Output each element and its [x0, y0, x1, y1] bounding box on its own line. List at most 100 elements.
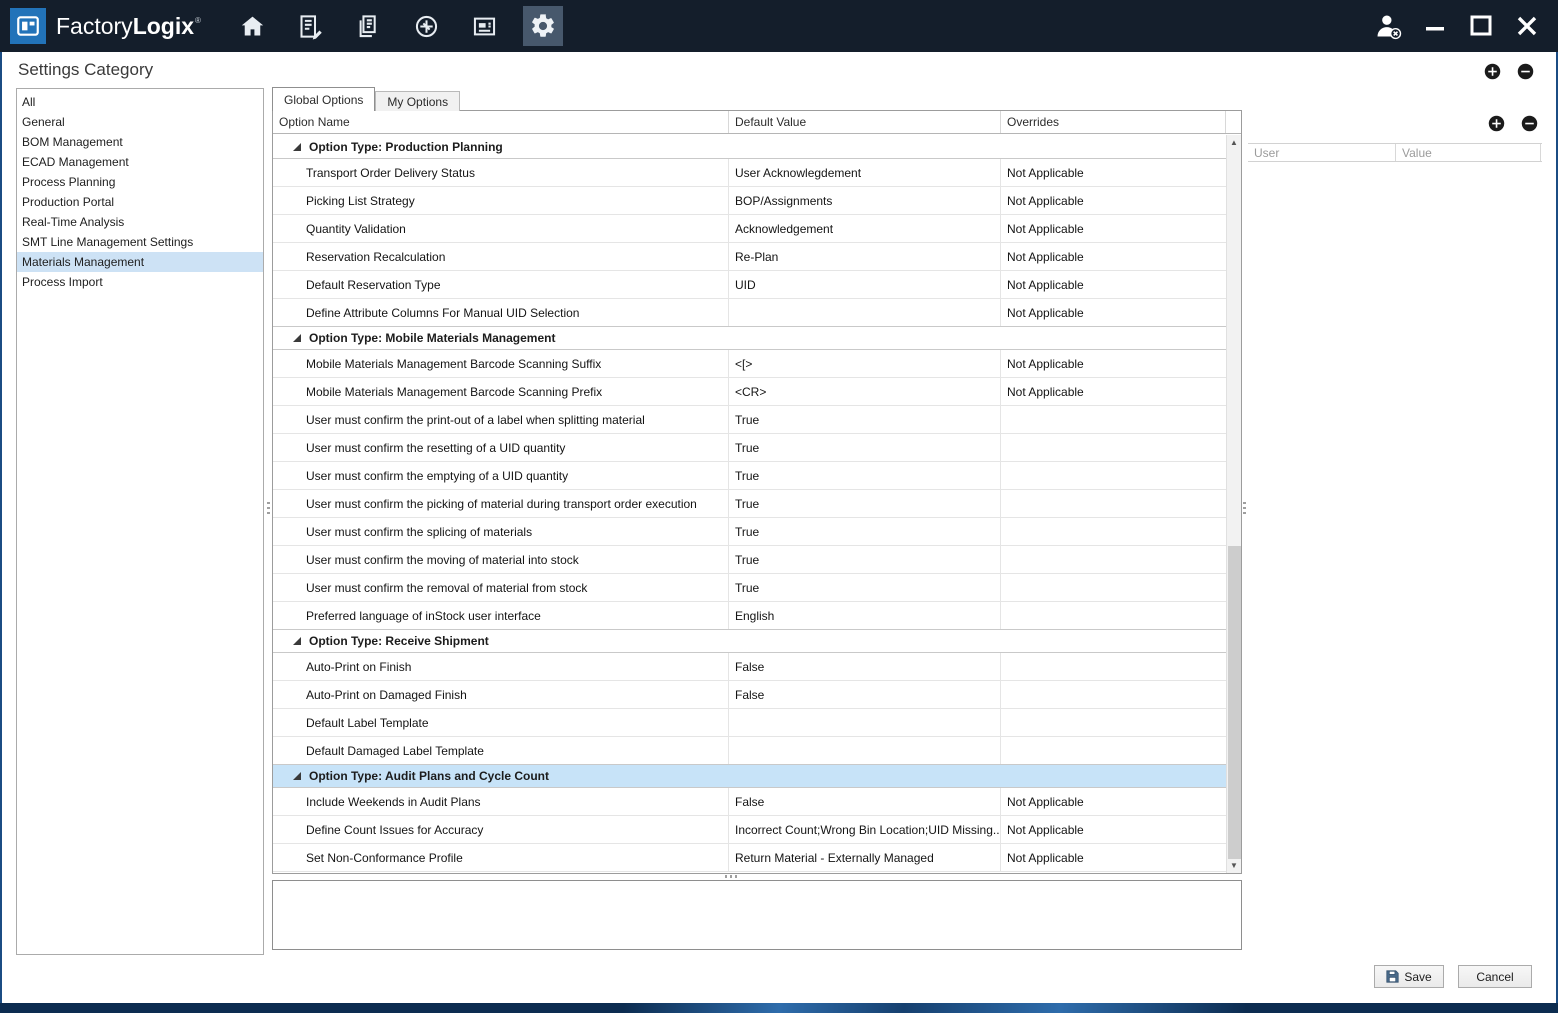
- cell-option-name[interactable]: Picking List Strategy: [273, 187, 729, 214]
- collapse-triangle-icon[interactable]: [293, 637, 301, 645]
- column-header-option-name[interactable]: Option Name: [273, 111, 729, 133]
- option-row-define-attribute-columns-for-manual-uid-selection[interactable]: Define Attribute Columns For Manual UID …: [273, 299, 1226, 327]
- cell-overrides[interactable]: [1001, 681, 1226, 708]
- scrollbar-thumb[interactable]: [1228, 546, 1241, 859]
- collapse-triangle-icon[interactable]: [293, 143, 301, 151]
- sidebar-item-process-planning[interactable]: Process Planning: [17, 172, 263, 192]
- scroll-down-icon[interactable]: ▼: [1227, 858, 1241, 873]
- option-row-user-must-confirm-the-removal-of-material-from-stock[interactable]: User must confirm the removal of materia…: [273, 574, 1226, 602]
- sidebar-item-production-portal[interactable]: Production Portal: [17, 192, 263, 212]
- sidebar-item-bom-management[interactable]: BOM Management: [17, 132, 263, 152]
- cell-option-name[interactable]: Auto-Print on Finish: [273, 653, 729, 680]
- cell-option-name[interactable]: Default Reservation Type: [273, 271, 729, 298]
- settings-gear-icon[interactable]: [523, 6, 563, 46]
- cell-default-value[interactable]: <CR>: [729, 378, 1001, 405]
- production-icon[interactable]: [407, 6, 447, 46]
- cell-option-name[interactable]: Preferred language of inStock user inter…: [273, 602, 729, 629]
- cell-option-name[interactable]: User must confirm the splicing of materi…: [273, 518, 729, 545]
- option-row-user-must-confirm-the-resetting-of-a-uid-quantity[interactable]: User must confirm the resetting of a UID…: [273, 434, 1226, 462]
- option-row-user-must-confirm-the-moving-of-material-into-stock[interactable]: User must confirm the moving of material…: [273, 546, 1226, 574]
- group-row-option-type-receive-shipment[interactable]: Option Type: Receive Shipment: [273, 629, 1226, 653]
- cancel-button[interactable]: Cancel: [1458, 965, 1532, 988]
- cell-default-value[interactable]: True: [729, 574, 1001, 601]
- option-row-user-must-confirm-the-print-out-of-a-label-when-splitting-material[interactable]: User must confirm the print-out of a lab…: [273, 406, 1226, 434]
- option-row-include-weekends-in-audit-plans[interactable]: Include Weekends in Audit PlansFalseNot …: [273, 788, 1226, 816]
- cell-option-name[interactable]: Include Weekends in Audit Plans: [273, 788, 729, 815]
- cell-default-value[interactable]: Re-Plan: [729, 243, 1001, 270]
- cell-option-name[interactable]: User must confirm the picking of materia…: [273, 490, 729, 517]
- sidebar-item-ecad-management[interactable]: ECAD Management: [17, 152, 263, 172]
- cell-overrides[interactable]: [1001, 709, 1226, 736]
- option-row-transport-order-delivery-status[interactable]: Transport Order Delivery StatusUser Ackn…: [273, 159, 1226, 187]
- tab-global-options[interactable]: Global Options: [272, 87, 375, 111]
- collapse-triangle-icon[interactable]: [293, 772, 301, 780]
- cell-default-value[interactable]: [729, 709, 1001, 736]
- cell-default-value[interactable]: False: [729, 653, 1001, 680]
- override-add-button[interactable]: [1488, 115, 1505, 132]
- global-remove-button[interactable]: [1517, 63, 1534, 80]
- cell-default-value[interactable]: [729, 299, 1001, 326]
- cell-default-value[interactable]: True: [729, 546, 1001, 573]
- sidebar-item-real-time-analysis[interactable]: Real-Time Analysis: [17, 212, 263, 232]
- cell-option-name[interactable]: User must confirm the print-out of a lab…: [273, 406, 729, 433]
- option-row-default-reservation-type[interactable]: Default Reservation TypeUIDNot Applicabl…: [273, 271, 1226, 299]
- maximize-button[interactable]: [1466, 11, 1496, 41]
- cell-option-name[interactable]: User must confirm the moving of material…: [273, 546, 729, 573]
- override-column-header-user[interactable]: User: [1248, 144, 1396, 161]
- cell-overrides[interactable]: [1001, 434, 1226, 461]
- cell-option-name[interactable]: Set Non-Conformance Profile: [273, 844, 729, 871]
- cell-option-name[interactable]: User must confirm the removal of materia…: [273, 574, 729, 601]
- option-row-user-must-confirm-the-splicing-of-materials[interactable]: User must confirm the splicing of materi…: [273, 518, 1226, 546]
- cell-default-value[interactable]: True: [729, 434, 1001, 461]
- scroll-up-icon[interactable]: ▲: [1227, 135, 1241, 150]
- grid-scrollbar[interactable]: ▲ ▼: [1226, 135, 1241, 873]
- cell-overrides[interactable]: [1001, 490, 1226, 517]
- cell-option-name[interactable]: User must confirm the resetting of a UID…: [273, 434, 729, 461]
- sidebar-item-materials-management[interactable]: Materials Management: [17, 252, 263, 272]
- process-engineering-icon[interactable]: [349, 6, 389, 46]
- option-row-default-damaged-label-template[interactable]: Default Damaged Label Template: [273, 737, 1226, 765]
- option-row-reservation-recalculation[interactable]: Reservation RecalculationRe-PlanNot Appl…: [273, 243, 1226, 271]
- cell-overrides[interactable]: [1001, 653, 1226, 680]
- group-row-option-type-mobile-materials-management[interactable]: Option Type: Mobile Materials Management: [273, 326, 1226, 350]
- cell-option-name[interactable]: Auto-Print on Damaged Finish: [273, 681, 729, 708]
- option-row-auto-print-on-damaged-finish[interactable]: Auto-Print on Damaged FinishFalse: [273, 681, 1226, 709]
- cell-overrides[interactable]: [1001, 737, 1226, 764]
- cell-default-value[interactable]: True: [729, 462, 1001, 489]
- cell-option-name[interactable]: Reservation Recalculation: [273, 243, 729, 270]
- panel-splitter-handle[interactable]: [1243, 502, 1246, 517]
- cell-overrides[interactable]: [1001, 574, 1226, 601]
- cell-option-name[interactable]: Mobile Materials Management Barcode Scan…: [273, 378, 729, 405]
- cell-option-name[interactable]: Define Count Issues for Accuracy: [273, 816, 729, 843]
- group-row-option-type-audit-plans-and-cycle-count[interactable]: Option Type: Audit Plans and Cycle Count: [273, 764, 1226, 788]
- group-row-option-type-production-planning[interactable]: Option Type: Production Planning: [273, 135, 1226, 159]
- cell-overrides[interactable]: Not Applicable: [1001, 378, 1226, 405]
- cell-option-name[interactable]: Mobile Materials Management Barcode Scan…: [273, 350, 729, 377]
- cell-default-value[interactable]: Incorrect Count;Wrong Bin Location;UID M…: [729, 816, 1001, 843]
- option-row-define-count-issues-for-accuracy[interactable]: Define Count Issues for AccuracyIncorrec…: [273, 816, 1226, 844]
- cell-overrides[interactable]: Not Applicable: [1001, 844, 1226, 871]
- cell-overrides[interactable]: Not Applicable: [1001, 271, 1226, 298]
- option-row-mobile-materials-management-barcode-scanning-prefix[interactable]: Mobile Materials Management Barcode Scan…: [273, 378, 1226, 406]
- cell-default-value[interactable]: <[>: [729, 350, 1001, 377]
- option-row-preferred-language-of-instock-user-interface[interactable]: Preferred language of inStock user inter…: [273, 602, 1226, 630]
- override-remove-button[interactable]: [1521, 115, 1538, 132]
- cell-default-value[interactable]: Acknowledgement: [729, 215, 1001, 242]
- cell-option-name[interactable]: User must confirm the emptying of a UID …: [273, 462, 729, 489]
- cell-overrides[interactable]: Not Applicable: [1001, 788, 1226, 815]
- cell-default-value[interactable]: True: [729, 490, 1001, 517]
- sidebar-splitter-handle[interactable]: [267, 502, 270, 517]
- cell-overrides[interactable]: Not Applicable: [1001, 159, 1226, 186]
- cell-option-name[interactable]: Default Damaged Label Template: [273, 737, 729, 764]
- cell-default-value[interactable]: True: [729, 406, 1001, 433]
- cell-overrides[interactable]: Not Applicable: [1001, 215, 1226, 242]
- option-row-auto-print-on-finish[interactable]: Auto-Print on FinishFalse: [273, 653, 1226, 681]
- cell-default-value[interactable]: BOP/Assignments: [729, 187, 1001, 214]
- cell-default-value[interactable]: True: [729, 518, 1001, 545]
- cell-overrides[interactable]: Not Applicable: [1001, 350, 1226, 377]
- description-splitter-handle[interactable]: [725, 875, 740, 878]
- option-row-mobile-materials-management-barcode-scanning-suffix[interactable]: Mobile Materials Management Barcode Scan…: [273, 350, 1226, 378]
- cell-overrides[interactable]: Not Applicable: [1001, 243, 1226, 270]
- logoff-user-icon[interactable]: [1372, 10, 1404, 42]
- option-row-picking-list-strategy[interactable]: Picking List StrategyBOP/AssignmentsNot …: [273, 187, 1226, 215]
